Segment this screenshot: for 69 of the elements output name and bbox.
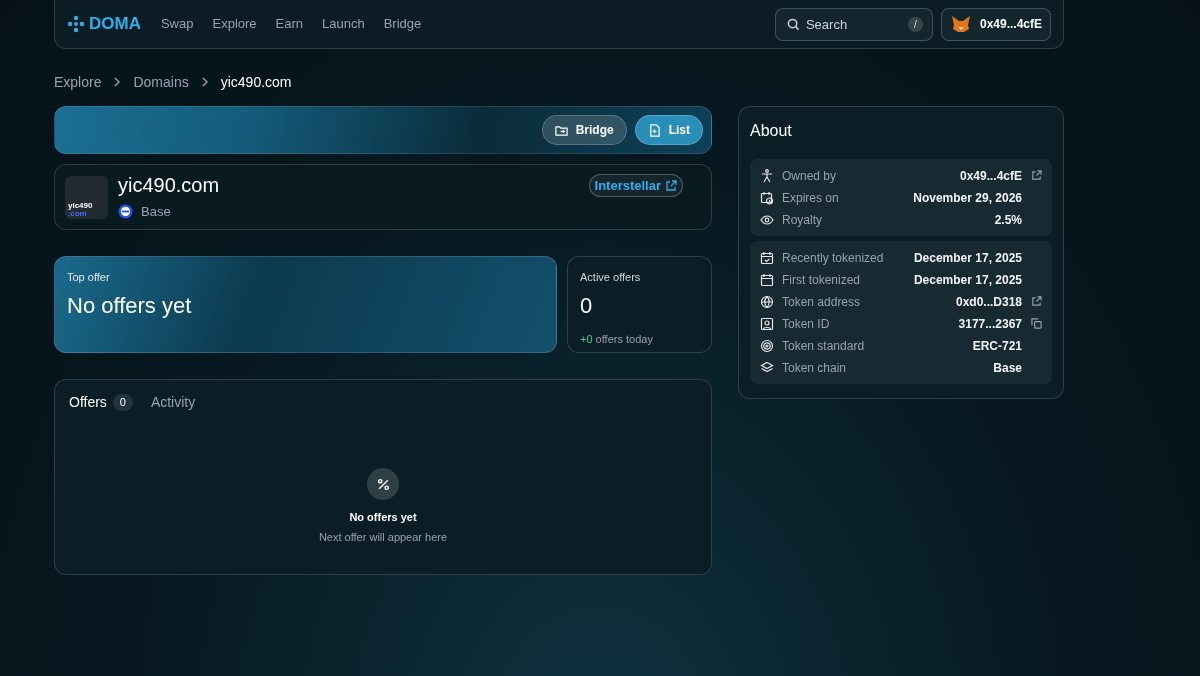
thumbnail-name: yic490 xyxy=(68,201,94,210)
about-title: About xyxy=(750,121,793,141)
external-link-icon[interactable] xyxy=(1031,296,1042,307)
card-label: Active offers xyxy=(580,270,642,285)
chain-name: Base xyxy=(141,202,171,221)
shortcut-key: / xyxy=(907,16,923,32)
logo-icon xyxy=(67,15,85,33)
bridge-button[interactable]: Bridge xyxy=(541,115,627,145)
info-value: November 29, 2026 xyxy=(913,189,1022,207)
tab[interactable]: Offers 0 xyxy=(69,392,133,413)
target-icon xyxy=(760,338,774,353)
search-icon xyxy=(786,17,800,31)
file-plus-icon xyxy=(647,123,661,137)
globe-icon xyxy=(760,294,774,309)
current-page-text[interactable]: yic490.com xyxy=(220,71,292,93)
top-offer-value: No offers yet xyxy=(67,291,193,320)
info-label: Token chain xyxy=(782,359,847,377)
breadcrumb-link[interactable]: Domains xyxy=(133,71,189,93)
tab[interactable]: Activity xyxy=(150,392,196,413)
info-value: Base xyxy=(993,359,1022,377)
info-value: 3177...2367 xyxy=(958,315,1022,333)
registrar-link[interactable]: Interstellar xyxy=(588,174,683,197)
chevron-icon xyxy=(200,77,209,87)
folder-icon xyxy=(554,123,568,137)
info-value: 0xd0...D318 xyxy=(955,293,1022,311)
percent-icon xyxy=(367,468,399,500)
external-link-icon xyxy=(665,179,677,192)
calendar-icon xyxy=(760,272,774,287)
info-label: Expires on xyxy=(782,189,839,207)
breadcrumb-link[interactable]: Explore xyxy=(54,71,102,93)
card-label: Top offer xyxy=(67,270,111,285)
nav-link[interactable]: Earn xyxy=(275,14,304,34)
offers-today-text: +0 offers today xyxy=(580,331,654,347)
info-value: 2.5% xyxy=(994,211,1022,229)
list-button[interactable]: List xyxy=(634,115,703,145)
base-chain-icon xyxy=(118,204,133,219)
id-card-icon xyxy=(760,316,774,331)
info-label: Royalty xyxy=(782,211,822,229)
info-label: Recently tokenized xyxy=(782,249,884,267)
wallet-button[interactable]: 0x49...4cfE xyxy=(940,7,1051,41)
tab-count-badge: 0 xyxy=(112,394,133,411)
layers-icon xyxy=(760,360,774,375)
domain-name: yic490.com xyxy=(118,172,220,197)
info-label: Token address xyxy=(782,293,861,311)
copy-icon[interactable] xyxy=(1031,318,1042,329)
fox-icon xyxy=(949,14,972,34)
external-link-icon[interactable] xyxy=(1031,170,1042,181)
nav-link[interactable]: Swap xyxy=(160,14,194,34)
calendar-clock-icon xyxy=(760,190,774,205)
nav-link[interactable]: Launch xyxy=(322,14,365,34)
empty-title: No offers yet xyxy=(349,510,417,525)
info-label: First tokenized xyxy=(782,271,861,289)
calendar-check-icon xyxy=(760,250,774,265)
info-value: 0x49...4cfE xyxy=(959,167,1022,185)
nav-link[interactable]: Bridge xyxy=(383,14,422,34)
info-value: December 17, 2025 xyxy=(913,249,1022,267)
thumbnail-tld: .com xyxy=(68,209,87,218)
info-label: Owned by xyxy=(782,167,837,185)
info-value: ERC-721 xyxy=(972,337,1022,355)
nav-link[interactable]: Explore xyxy=(212,14,257,34)
active-offers-count: 0 xyxy=(580,291,594,320)
info-value: December 17, 2025 xyxy=(913,271,1022,289)
info-label: Token ID xyxy=(782,315,830,333)
empty-text: Next offer will appear here xyxy=(318,529,448,545)
chevron-icon xyxy=(113,77,122,87)
person-icon xyxy=(760,168,774,183)
logo-text[interactable]: DOMA xyxy=(89,11,141,37)
info-label: Token standard xyxy=(782,337,865,355)
eye-icon xyxy=(760,212,774,227)
